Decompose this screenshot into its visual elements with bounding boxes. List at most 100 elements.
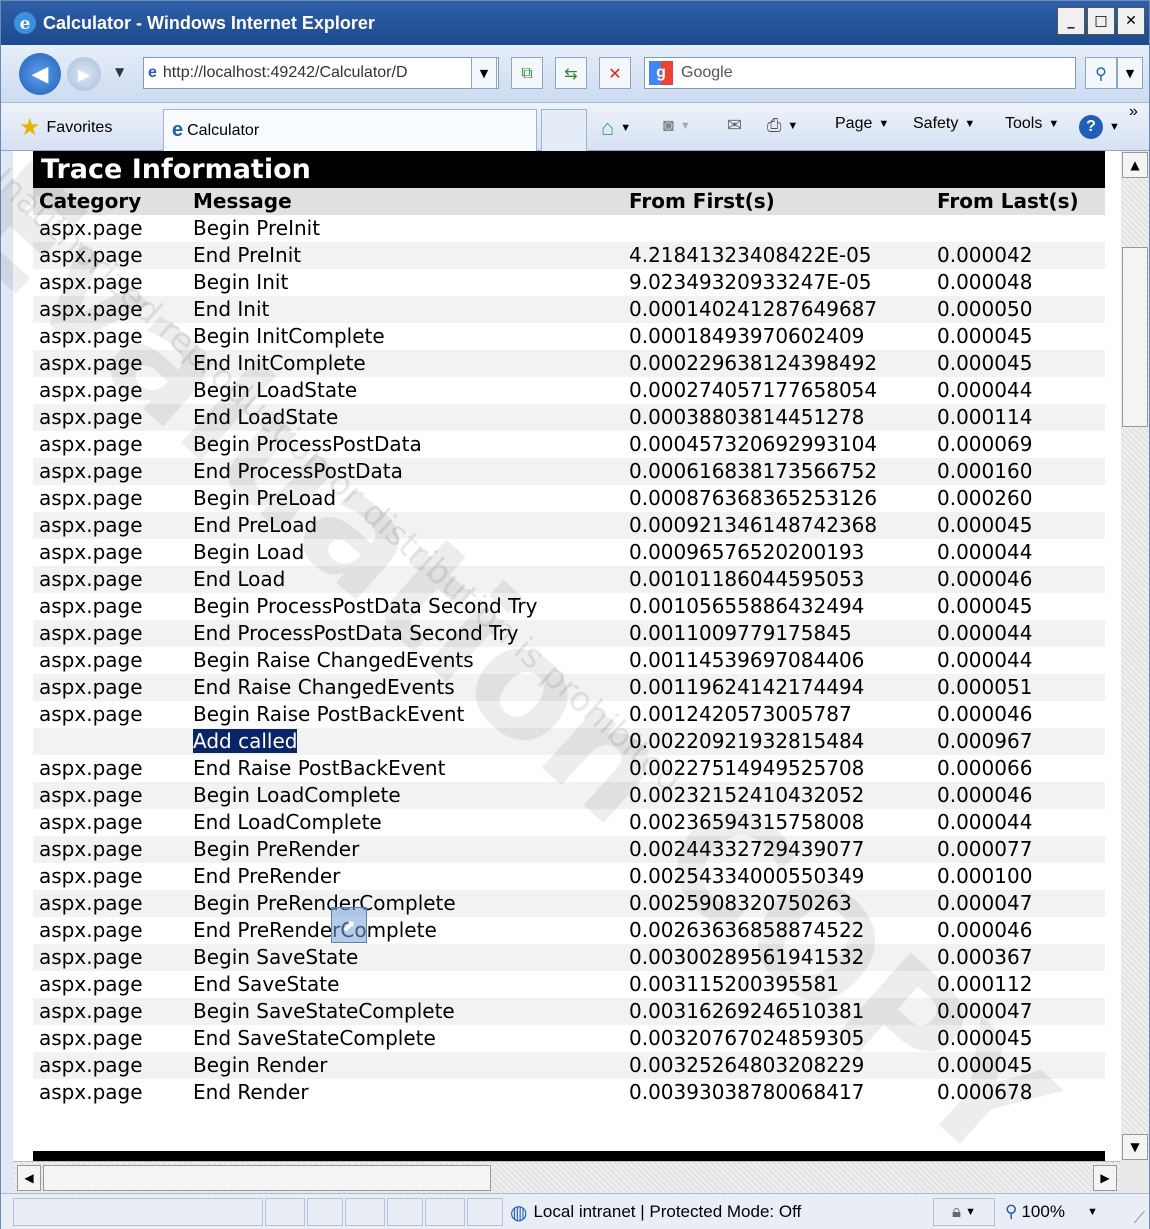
cell-from-first: 0.00393038780068417 <box>629 1080 865 1104</box>
cell-from-first: 0.00096576520200193 <box>629 540 865 564</box>
cell-category: aspx.page <box>39 378 143 402</box>
cell-from-first: 0.00254334000550349 <box>629 864 865 888</box>
cell-message: Begin PreRender <box>187 836 623 863</box>
window-title: Calculator - Windows Internet Explorer <box>43 12 375 33</box>
help-menu[interactable]: ? ▼ <box>1079 115 1120 139</box>
browser-window: e Calculator - Windows Internet Explorer… <box>0 0 1150 1229</box>
read-mail-button[interactable]: ✉ <box>727 115 742 136</box>
table-row: aspx.page End LoadComplete 0.0023659431575… <box>33 809 1105 836</box>
cell-from-last: 0.000160 <box>931 458 1105 485</box>
trace-header-row: Category Message From First(s) From Last… <box>33 188 1105 215</box>
table-row: aspx.page End InitComplete 0.0002296381243… <box>33 350 1105 377</box>
new-tab-button[interactable] <box>541 109 587 151</box>
zoom-button[interactable]: ⚲ 100% ▼ <box>1005 1198 1098 1226</box>
table-row: aspx.page Begin ProcessPostData Second Tr… <box>33 593 1105 620</box>
minimize-button[interactable]: _ <box>1057 7 1085 35</box>
status-segment <box>345 1198 385 1226</box>
vertical-scroll-thumb[interactable] <box>1122 247 1148 427</box>
cell-category: aspx.page <box>39 972 143 996</box>
cell-message: End PreRender <box>193 864 341 888</box>
security-zone[interactable]: ◍ Local intranet | Protected Mode: Off <box>506 1198 801 1226</box>
table-row: aspx.page End Raise ChangedEvents 0.001196… <box>33 674 1105 701</box>
back-button[interactable]: ◀ <box>19 53 61 95</box>
cell-from-first: 0.00114539697084406 <box>629 648 865 672</box>
horizontal-scroll-thumb[interactable] <box>43 1165 491 1191</box>
table-row: aspx.page Begin LoadState 0.00027405717765… <box>33 377 1105 404</box>
protected-mode-button[interactable]: 🔒︎ ▼ <box>933 1198 995 1226</box>
compatibility-view-icon[interactable]: ⧉ <box>511 57 543 89</box>
cell-from-first: 4.21841323408422E-05 <box>623 242 931 269</box>
horizontal-scrollbar[interactable]: ◀ ▶ <box>13 1161 1121 1193</box>
cell-message: Begin ProcessPostData Second Try <box>193 594 538 618</box>
tools-menu[interactable]: Tools ▼ <box>1005 115 1059 133</box>
cell-message: End PreInit <box>187 242 623 269</box>
cell-category: aspx.page <box>33 350 187 377</box>
scroll-up-icon[interactable]: ▲ <box>1122 152 1148 178</box>
cell-from-last: 0.000367 <box>931 944 1105 971</box>
refresh-icon[interactable]: ⇆ <box>555 57 587 89</box>
cell-from-last: 0.000044 <box>937 378 1033 402</box>
tab-title: Calculator <box>187 121 260 139</box>
cell-from-last: 0.000045 <box>937 1026 1033 1050</box>
mail-icon: ✉ <box>727 115 743 135</box>
tab-calculator[interactable]: e Calculator <box>163 109 537 151</box>
search-options-button[interactable]: ▼ <box>1117 57 1143 89</box>
cell-from-last: 0.000045 <box>931 512 1105 539</box>
resize-grip-icon[interactable]: ⟋ <box>1134 1210 1145 1228</box>
table-row: aspx.page Begin LoadComplete 0.00232152410… <box>33 782 1105 809</box>
table-row: aspx.page End Load 0.00101186044595053 0.00… <box>33 566 1105 593</box>
cell-from-first: 0.000274057177658054 <box>629 378 878 402</box>
close-button[interactable]: ✕ <box>1117 7 1145 35</box>
scroll-right-icon[interactable]: ▶ <box>1093 1165 1117 1191</box>
cell-message: Begin ProcessPostData <box>193 432 422 456</box>
search-button[interactable]: ⚲ <box>1085 57 1117 89</box>
cell-from-first: 0.00101186044595053 <box>623 566 931 593</box>
safety-menu[interactable]: Safety ▼ <box>913 115 975 133</box>
maximize-button[interactable]: □ <box>1087 7 1115 35</box>
home-button[interactable]: ⌂ ▼ <box>601 115 631 141</box>
cell-from-last <box>931 215 1105 242</box>
page-menu[interactable]: Page ▼ <box>835 115 889 133</box>
google-logo-icon: g <box>649 61 673 85</box>
cell-category: aspx.page <box>39 432 143 456</box>
cell-from-first: 0.00232152410432052 <box>623 782 931 809</box>
stop-icon[interactable]: ✕ <box>599 57 631 89</box>
cell-from-last: 0.000047 <box>931 998 1105 1025</box>
status-segment <box>307 1198 343 1226</box>
favorites-button[interactable]: ★ Favorites <box>19 113 112 142</box>
selected-text: Add called <box>193 729 298 753</box>
status-segment <box>467 1198 503 1226</box>
address-input[interactable]: http://localhost:49242/Calculator/D <box>163 64 408 82</box>
cell-from-last: 0.000046 <box>937 702 1033 726</box>
chevron-more-icon[interactable]: » <box>1129 103 1138 121</box>
forward-button[interactable]: ▶ <box>67 57 101 91</box>
cell-message: End LoadState <box>187 404 623 431</box>
cell-message: End SaveState <box>193 972 340 996</box>
home-icon: ⌂ <box>601 115 615 140</box>
cell-from-first: 0.00320767024859305 <box>629 1026 865 1050</box>
address-bar[interactable]: e http://localhost:49242/Calculator/D <box>143 57 499 89</box>
table-row: aspx.page End SaveStateComplete 0.00320767… <box>33 1025 1105 1052</box>
cell-from-first: 0.00105655886432494 <box>629 594 865 618</box>
print-button[interactable]: ⎙ ▼ <box>767 115 798 136</box>
status-segment <box>13 1198 263 1226</box>
cell-category: aspx.page <box>33 890 187 917</box>
vertical-scrollbar[interactable]: ▲ ▼ <box>1121 151 1149 1161</box>
cell-category: aspx.page <box>39 702 143 726</box>
search-box[interactable]: g Google <box>644 57 1076 89</box>
search-input[interactable]: Google <box>681 64 733 82</box>
scroll-down-icon[interactable]: ▼ <box>1122 1134 1148 1160</box>
scroll-left-icon[interactable]: ◀ <box>17 1165 41 1191</box>
cell-message: Begin Raise PostBackEvent <box>193 702 465 726</box>
cell-category: aspx.page <box>39 324 143 348</box>
feeds-button[interactable]: ◙ ▼ <box>663 115 691 136</box>
cell-from-first: 0.000140241287649687 <box>623 296 931 323</box>
column-header-from-last: From Last(s) <box>931 188 1105 215</box>
history-dropdown-icon[interactable]: ▼ <box>115 65 124 79</box>
help-icon: ? <box>1079 115 1103 139</box>
zoom-icon: ⚲ <box>1005 1202 1018 1221</box>
address-dropdown-button[interactable]: ▼ <box>471 57 497 89</box>
cell-from-last: 0.000066 <box>937 756 1033 780</box>
cell-category: aspx.page <box>39 756 143 780</box>
cell-category: aspx.page <box>39 864 143 888</box>
